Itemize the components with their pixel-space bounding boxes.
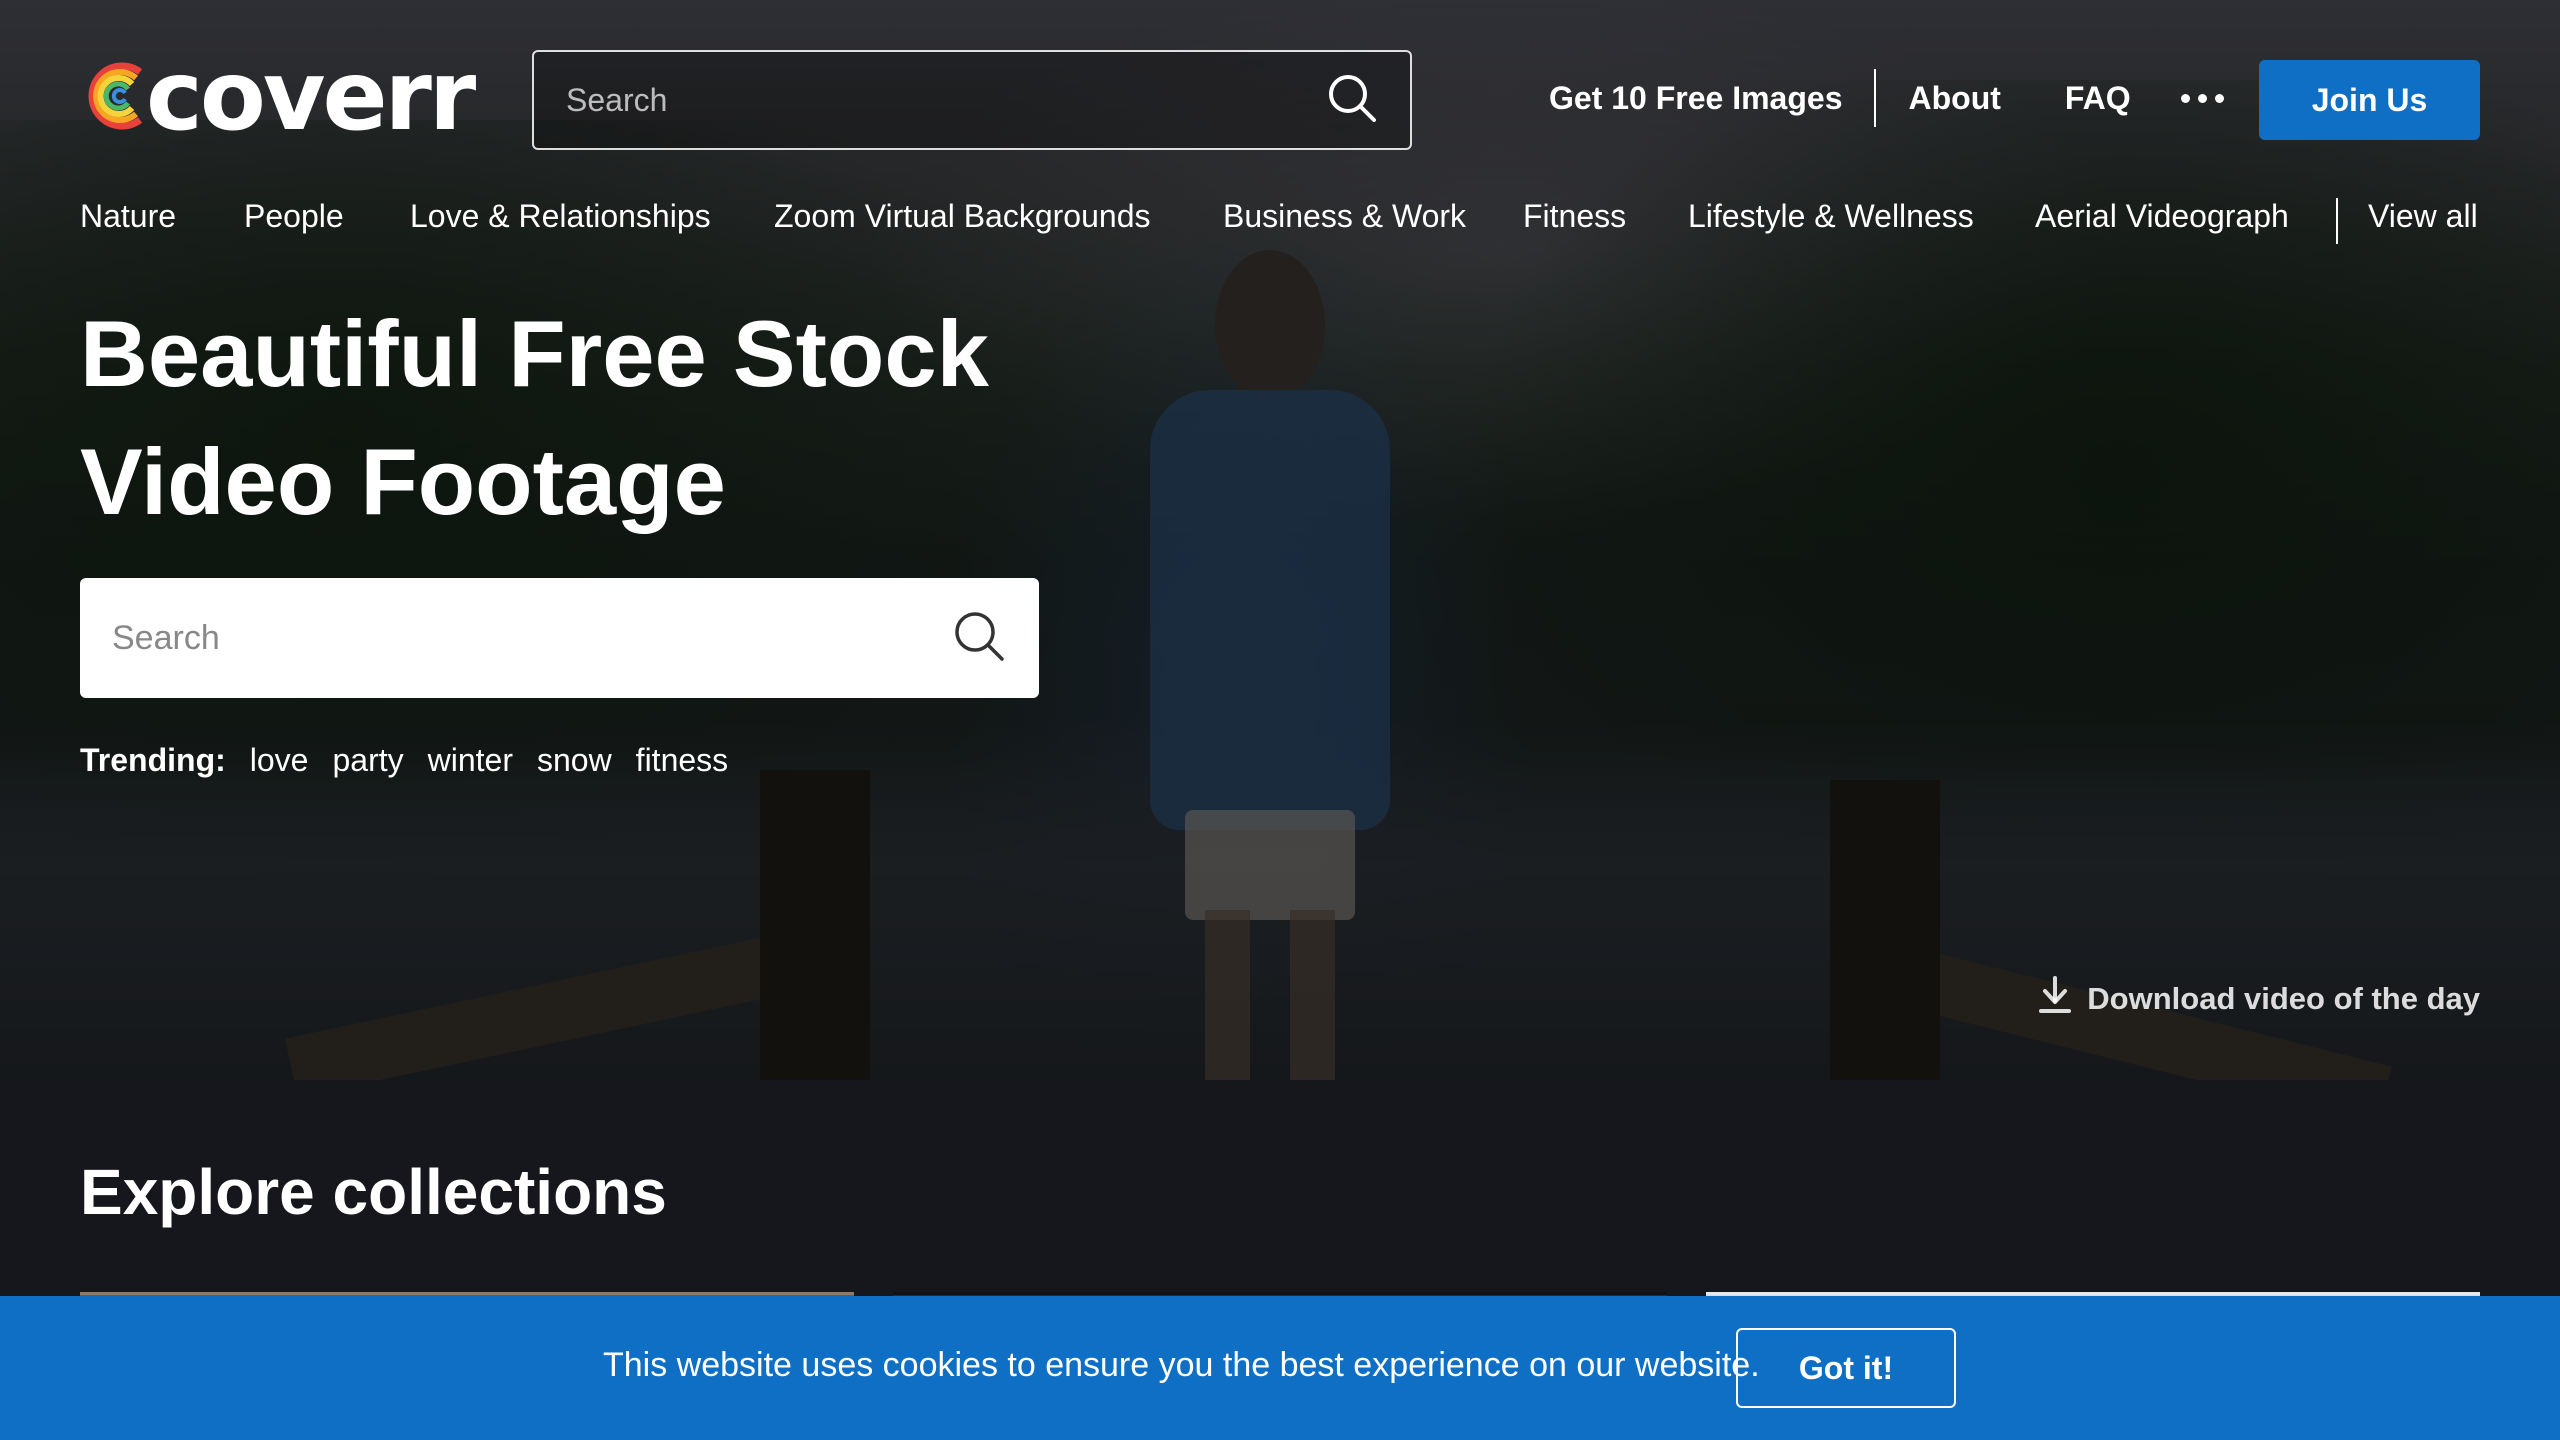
hero-title-line-2: Video Footage xyxy=(80,429,726,534)
trending-label: Trending: xyxy=(80,742,226,778)
category-lifestyle-wellness[interactable]: Lifestyle & Wellness xyxy=(1688,198,1974,235)
nav-divider xyxy=(1874,69,1877,127)
hero-search-box[interactable] xyxy=(80,578,1039,698)
category-nav: Nature People Love & Relationships Zoom … xyxy=(80,190,2480,250)
category-love-relationships[interactable]: Love & Relationships xyxy=(410,198,711,235)
trending-tag[interactable]: fitness xyxy=(636,742,728,779)
category-aerial-videograph[interactable]: Aerial Videograph xyxy=(2035,198,2289,235)
search-icon[interactable] xyxy=(951,608,1007,669)
cookie-banner: This website uses cookies to ensure you … xyxy=(0,1296,2560,1440)
nav-faq-link[interactable]: FAQ xyxy=(2065,80,2131,117)
download-video-label: Download video of the day xyxy=(2087,981,2480,1016)
category-fitness[interactable]: Fitness xyxy=(1523,198,1626,235)
hero-title: Beautiful Free Stock Video Footage xyxy=(80,290,1280,546)
coverr-logo-icon xyxy=(80,60,152,132)
join-us-button[interactable]: Join Us xyxy=(2259,60,2480,140)
collections-title: Explore collections xyxy=(80,1156,667,1228)
category-view-all[interactable]: View all xyxy=(2368,198,2478,235)
download-icon xyxy=(2037,975,2073,1023)
search-icon[interactable] xyxy=(1326,72,1378,129)
trending-tag[interactable]: snow xyxy=(537,742,612,779)
more-dots-icon[interactable] xyxy=(2180,93,2224,103)
trending-tag[interactable]: party xyxy=(332,742,403,779)
category-nature[interactable]: Nature xyxy=(80,198,176,235)
cookie-accept-button[interactable]: Got it! xyxy=(1736,1328,1956,1408)
trending-tag[interactable]: winter xyxy=(428,742,513,779)
hero-search-input[interactable] xyxy=(112,618,951,658)
header-search-input[interactable] xyxy=(566,81,1326,119)
category-zoom-virtual-backgrounds[interactable]: Zoom Virtual Backgrounds xyxy=(774,198,1150,235)
cookie-message: This website uses cookies to ensure you … xyxy=(603,1346,1760,1384)
nav-about-link[interactable]: About xyxy=(1908,80,2000,117)
header-search-box[interactable] xyxy=(532,50,1412,150)
trending-tag[interactable]: love xyxy=(250,742,309,779)
logo-text: coverr xyxy=(146,40,476,152)
hero-title-line-1: Beautiful Free Stock xyxy=(80,301,989,406)
download-video-of-day-link[interactable]: Download video of the day xyxy=(2037,975,2480,1023)
trending-list: Trending: love party winter snow fitness xyxy=(80,742,728,779)
logo[interactable]: coverr xyxy=(80,40,476,152)
category-divider xyxy=(2336,198,2338,244)
category-business-work[interactable]: Business & Work xyxy=(1223,198,1466,235)
category-people[interactable]: People xyxy=(244,198,344,235)
nav-free-images-link[interactable]: Get 10 Free Images xyxy=(1549,80,1842,117)
top-nav: Get 10 Free Images About FAQ xyxy=(1549,62,2224,134)
